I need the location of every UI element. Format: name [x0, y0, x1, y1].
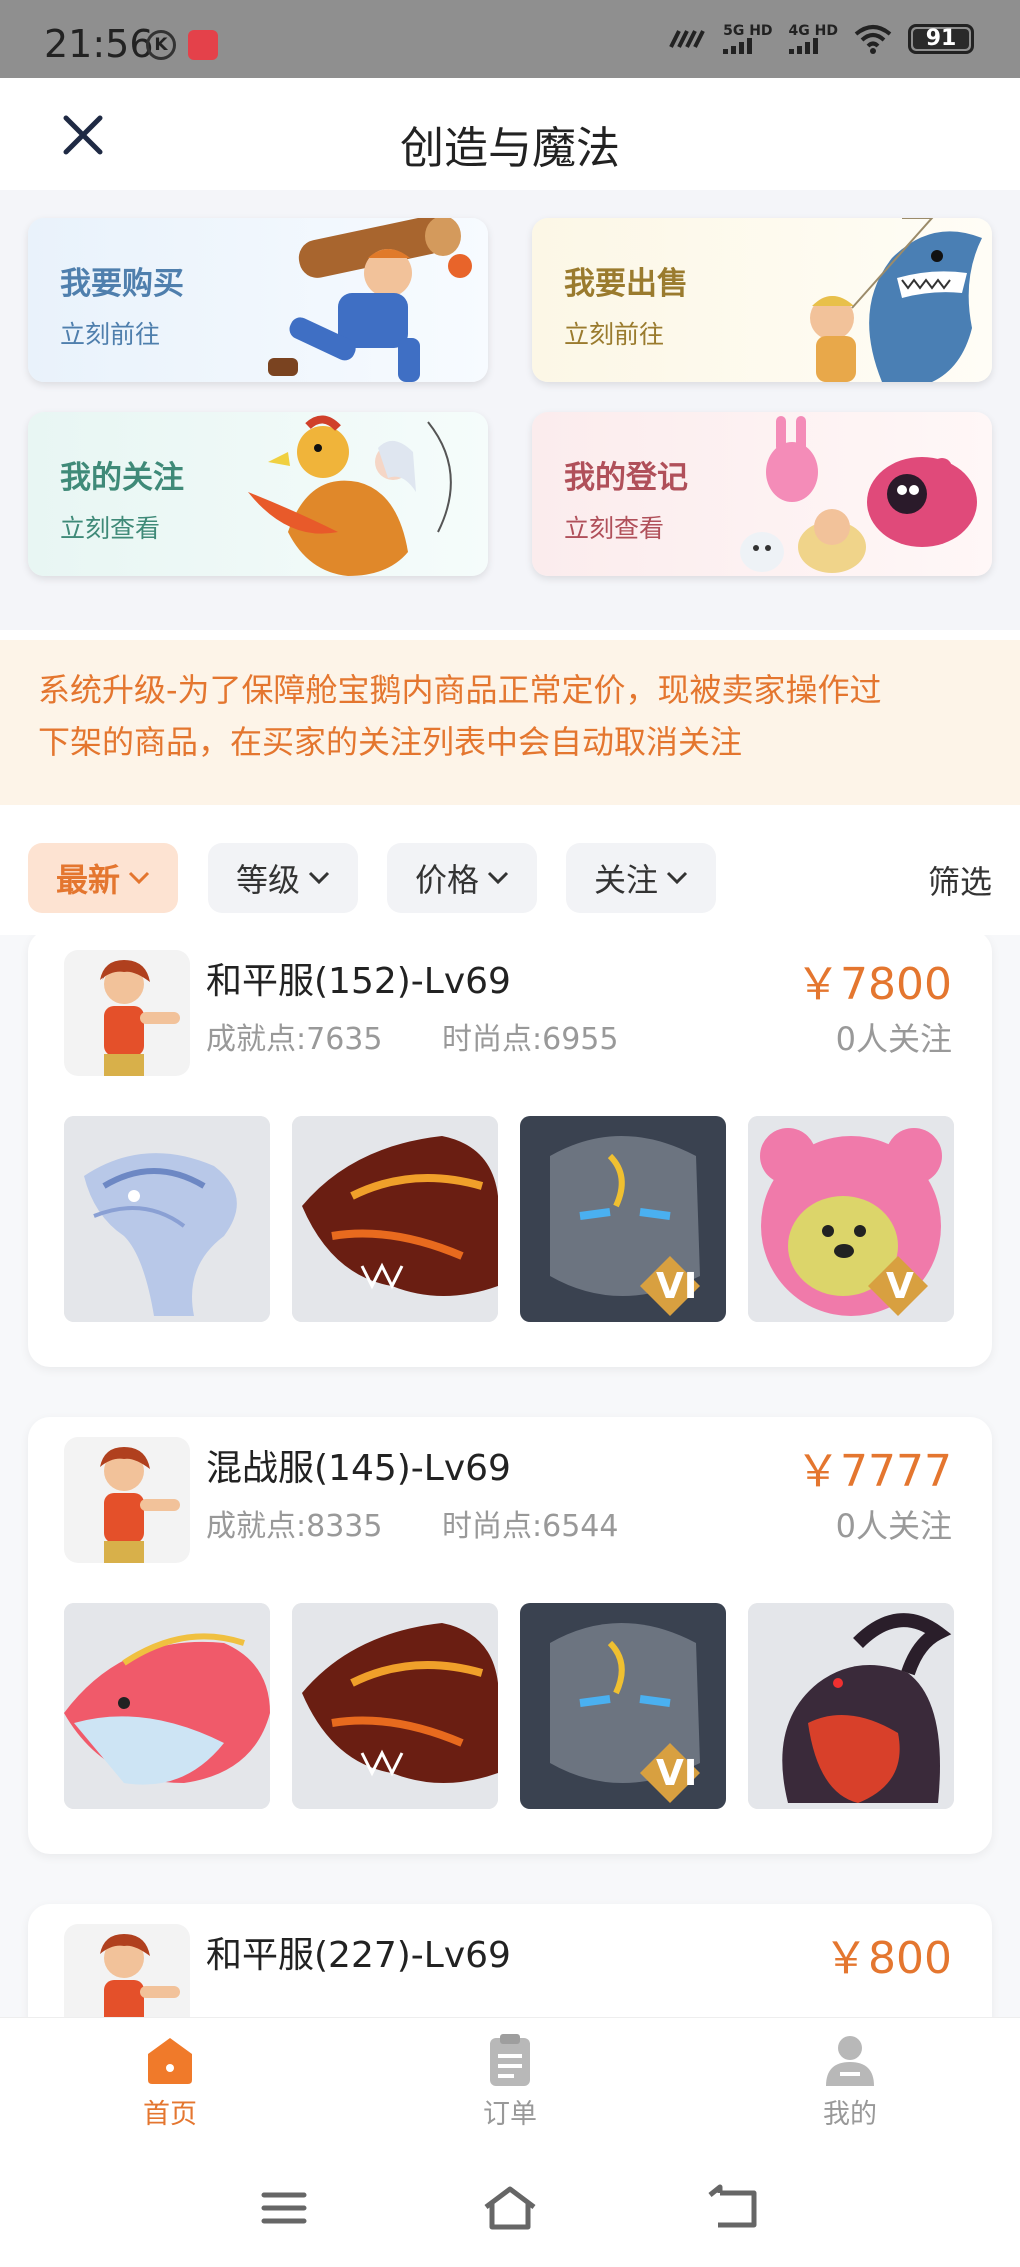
listing-price: ￥7800 [796, 959, 952, 1010]
tab-orders[interactable]: 订单 [450, 2032, 570, 2131]
follow-card-subtitle: 立刻查看 [60, 514, 161, 543]
sort-level-label: 等级 [235, 861, 300, 899]
battery-icon: 91 [908, 24, 974, 54]
register-card-subtitle: 立刻查看 [564, 514, 665, 543]
status-time: 21:56 [44, 22, 154, 66]
lumberjack-character-image [268, 218, 472, 382]
sort-price-label: 价格 [414, 861, 479, 899]
tab-home[interactable]: 首页 [110, 2032, 230, 2131]
buy-card-title: 我要购买 [60, 266, 184, 302]
home-icon [148, 2038, 192, 2084]
signal-4g: 4G HD [788, 23, 838, 54]
signal-5g-label: 5G HD [723, 23, 773, 39]
tab-mine[interactable]: 我的 [790, 2032, 910, 2131]
sell-card[interactable]: 我要出售 立刻前往 [532, 218, 992, 382]
sort-follow-label: 关注 [593, 861, 658, 899]
status-indicators: 5G HD 4G HD 91 [667, 24, 974, 54]
phoenix-rider-image [248, 415, 452, 576]
notice-line-2: 下架的商品，在买家的关注列表中会自动取消关注 [38, 723, 743, 761]
sort-latest-chip[interactable]: 最新 [28, 843, 178, 913]
svg-text:VI: VI [656, 1266, 697, 1307]
wifi-icon [854, 25, 892, 54]
sort-price-chip[interactable]: 价格 [387, 843, 537, 913]
server-name: 混战服(145)-Lv69 [206, 1448, 511, 1489]
character-avatar [64, 1437, 190, 1563]
mount-thumbnail-pink-bear: V [748, 1116, 954, 1322]
listing-card[interactable]: 和平服(227)-Lv69 ￥800 [28, 1904, 992, 2017]
achievement-points: 成就点:8335 [206, 1509, 383, 1544]
shark-character-image [810, 218, 982, 382]
filter-bar: 最新 等级 价格 关注 筛选 [0, 805, 1020, 935]
mount-thumbnail-dark-beast [748, 1603, 954, 1809]
chevron-down-icon [666, 871, 688, 885]
follower-count: 0人关注 [835, 1507, 952, 1545]
bottom-tab-bar: 首页 订单 我的 [0, 2017, 1020, 2137]
follow-card[interactable]: 我的关注 立刻查看 [28, 412, 488, 576]
signal-4g-label: 4G HD [788, 23, 838, 39]
register-card-title: 我的登记 [564, 460, 688, 496]
app-notification-icon [188, 30, 218, 60]
listing-list: 和平服(152)-Lv69 成就点:7635 时尚点:6955 ￥7800 0人… [0, 935, 1020, 2017]
pets-group-image [740, 416, 977, 573]
listing-price: ￥7777 [796, 1446, 952, 1497]
quick-actions: 我要购买 立刻前往 我要出售 立刻前往 我的关注 立刻查看 我的登记 立刻查看 [0, 190, 1020, 630]
mount-thumbnail-blue-dragon [64, 1116, 270, 1322]
mount-thumbnail-armor-vi: VI [520, 1603, 726, 1809]
k-badge-icon: K [146, 30, 176, 60]
listing-price: ￥800 [824, 1933, 952, 1984]
sort-follow-chip[interactable]: 关注 [566, 843, 716, 913]
notice-line-1: 系统升级-为了保障舱宝鹅内商品正常定价，现被卖家操作过 [38, 671, 882, 709]
follower-count: 0人关注 [835, 1020, 952, 1058]
sell-card-title: 我要出售 [564, 266, 688, 302]
mount-thumbnail-sky-fish [64, 1603, 270, 1809]
menu-icon[interactable] [254, 2183, 314, 2233]
signal-5g: 5G HD [723, 23, 773, 54]
sort-level-chip[interactable]: 等级 [208, 843, 358, 913]
header: 创造与魔法 [0, 78, 1020, 190]
chevron-down-icon [128, 871, 150, 885]
signal-5g-bars-icon [723, 38, 772, 54]
sort-latest-label: 最新 [55, 861, 120, 899]
svg-text:V: V [886, 1266, 914, 1307]
achievement-points: 成就点:7635 [206, 1022, 383, 1057]
status-bar: 21:56 K 5G HD 4G HD 91 [0, 0, 1020, 78]
server-name: 和平服(227)-Lv69 [206, 1935, 511, 1976]
system-nav-bar [0, 2137, 1020, 2267]
home-nav-icon[interactable] [480, 2183, 540, 2233]
buy-card-subtitle: 立刻前往 [60, 320, 161, 349]
clipboard-icon [490, 2034, 530, 2086]
tab-mine-label: 我的 [823, 2099, 877, 2130]
server-name: 和平服(152)-Lv69 [206, 961, 511, 1002]
tab-orders-label: 订单 [483, 2099, 537, 2130]
sell-card-subtitle: 立刻前往 [564, 320, 665, 349]
register-card[interactable]: 我的登记 立刻查看 [532, 412, 992, 576]
character-avatar [64, 1924, 190, 2017]
listing-card[interactable]: 和平服(152)-Lv69 成就点:7635 时尚点:6955 ￥7800 0人… [28, 935, 992, 1367]
tab-home-label: 首页 [143, 2099, 197, 2130]
battery-level: 91 [925, 26, 957, 51]
character-avatar [64, 950, 190, 1076]
signal-4g-bars-icon [788, 38, 838, 54]
back-icon[interactable] [706, 2183, 766, 2233]
user-icon [826, 2036, 874, 2086]
mount-thumbnail-fire-dragon [292, 1116, 498, 1322]
mount-thumbnail-fire-dragon [292, 1603, 498, 1809]
chevron-down-icon [308, 871, 330, 885]
system-notice: 系统升级-为了保障舱宝鹅内商品正常定价，现被卖家操作过 下架的商品，在买家的关注… [0, 640, 1020, 805]
svg-text:VI: VI [656, 1753, 697, 1794]
network-speed-icon [669, 30, 705, 48]
fashion-points: 时尚点:6544 [442, 1509, 619, 1544]
mount-thumbnail-armor-vi: VI [520, 1116, 726, 1322]
page-title: 创造与魔法 [400, 123, 620, 174]
follow-card-title: 我的关注 [60, 460, 184, 496]
buy-card[interactable]: 我要购买 立刻前往 [28, 218, 488, 382]
filter-button[interactable]: 筛选 [928, 857, 992, 903]
chevron-down-icon [487, 871, 509, 885]
fashion-points: 时尚点:6955 [442, 1022, 619, 1057]
listing-card[interactable]: 混战服(145)-Lv69 成就点:8335 时尚点:6544 ￥7777 0人… [28, 1417, 992, 1854]
